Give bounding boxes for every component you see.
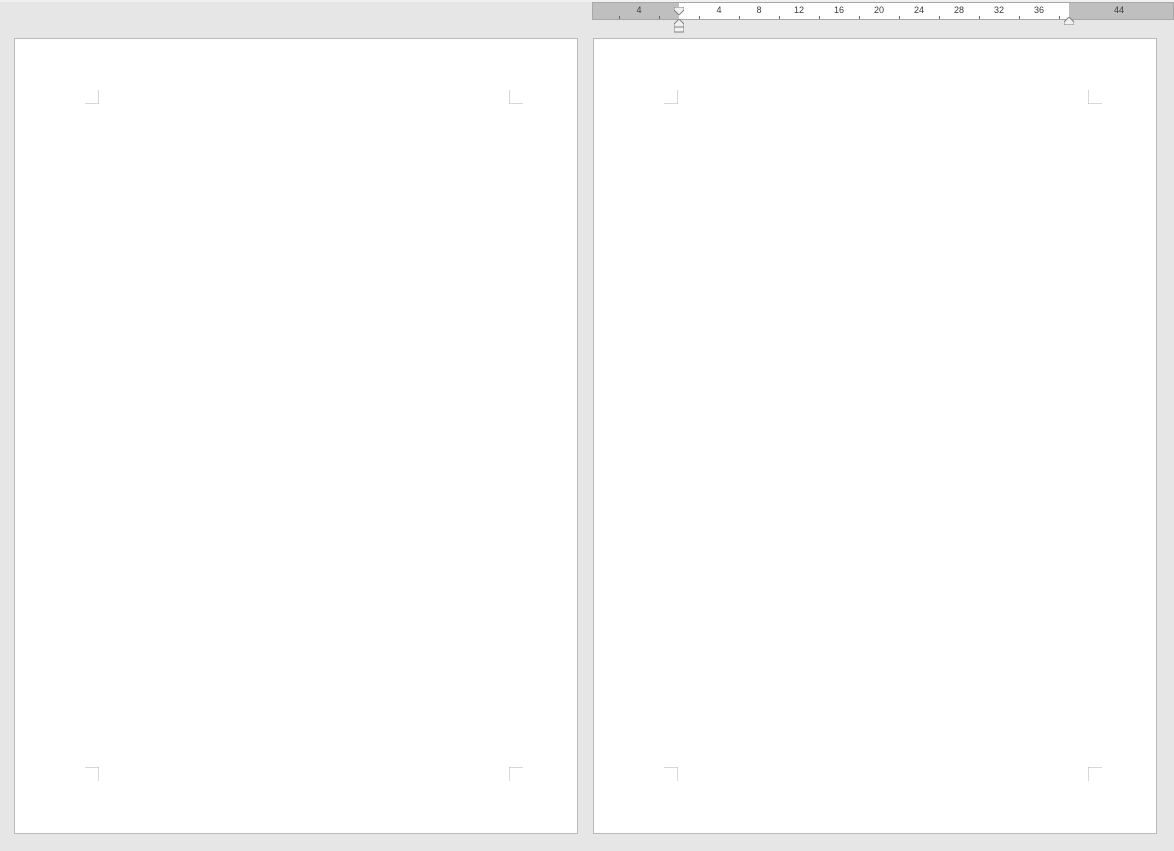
ruler-tick-label: 44 (1114, 5, 1124, 15)
ruler-tick-label: 28 (954, 5, 964, 15)
document-page-1[interactable] (14, 38, 578, 834)
ruler-tick-label: 12 (794, 5, 804, 15)
ruler-tick-label: 32 (994, 5, 1004, 15)
ruler-minor-tick (1059, 16, 1060, 19)
ruler-minor-tick (739, 16, 740, 19)
page-editable-area[interactable] (99, 104, 509, 767)
ruler-tick-label: 24 (914, 5, 924, 15)
ruler-tick-label: 16 (834, 5, 844, 15)
ruler-minor-tick (859, 16, 860, 19)
margin-corner-mark-icon (85, 767, 99, 781)
margin-corner-mark-icon (509, 767, 523, 781)
horizontal-ruler[interactable]: 4 4 8 12 16 20 24 28 32 36 44 (592, 2, 1174, 20)
margin-corner-mark-icon (664, 90, 678, 104)
document-page-2[interactable] (593, 38, 1157, 834)
margin-corner-mark-icon (85, 90, 99, 104)
ruler-minor-tick (659, 16, 660, 19)
ruler-minor-tick (819, 16, 820, 19)
ruler-minor-tick (619, 16, 620, 19)
ruler-tick-label: 4 (716, 5, 721, 15)
ruler-tick-label: 20 (874, 5, 884, 15)
hanging-indent-marker[interactable] (674, 19, 684, 27)
ruler-minor-tick (939, 16, 940, 19)
ruler-minor-tick (699, 16, 700, 19)
ruler-minor-tick (1019, 16, 1020, 19)
margin-corner-mark-icon (509, 90, 523, 104)
page-editable-area[interactable] (678, 104, 1088, 767)
ruler-minor-tick (779, 16, 780, 19)
ruler-minor-tick (979, 16, 980, 19)
ruler-tick-label: 36 (1034, 5, 1044, 15)
margin-corner-mark-icon (664, 767, 678, 781)
margin-corner-mark-icon (1088, 90, 1102, 104)
right-indent-marker[interactable] (1064, 12, 1074, 20)
ruler-minor-tick (899, 16, 900, 19)
ruler-tick-label: 4 (636, 5, 641, 15)
margin-corner-mark-icon (1088, 767, 1102, 781)
ruler-tick-label: 8 (756, 5, 761, 15)
first-line-indent-marker[interactable] (674, 2, 684, 10)
